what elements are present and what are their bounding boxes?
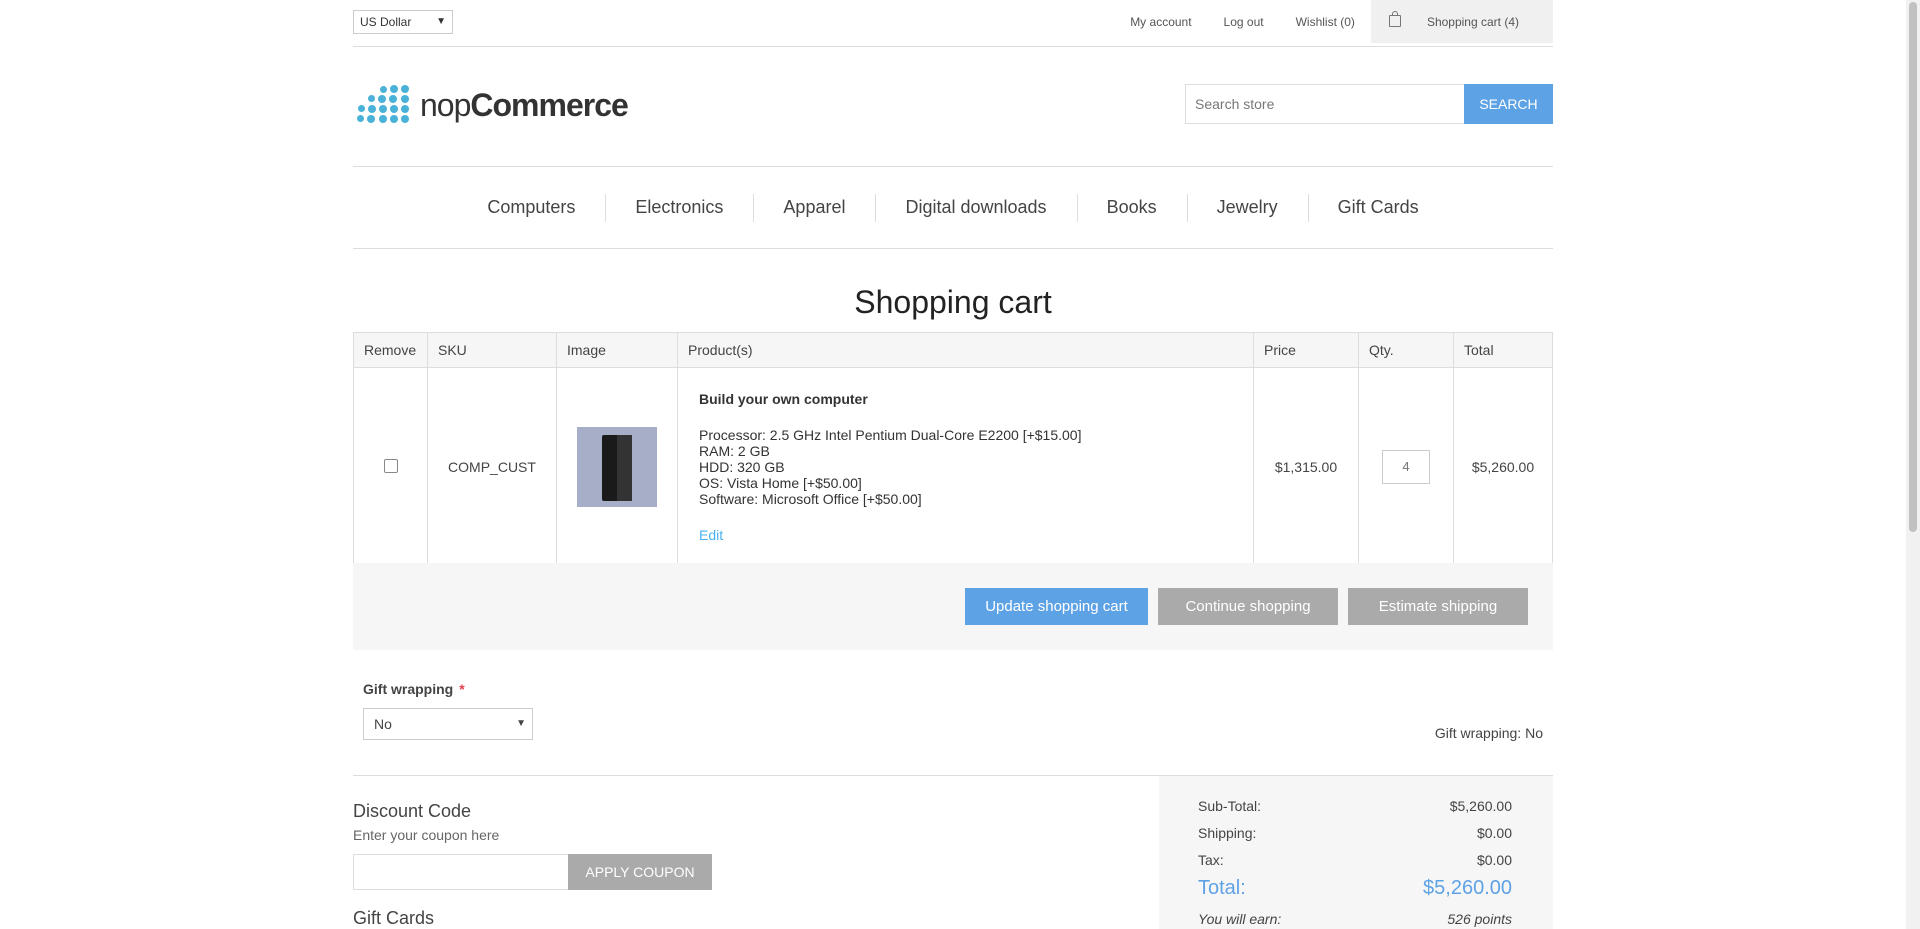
cart-buttons-area: Update shopping cart Continue shopping E…	[353, 563, 1553, 650]
page-scrollbar[interactable]	[1906, 0, 1920, 929]
chevron-down-icon: ▼	[516, 718, 526, 729]
log-out-link[interactable]: Log out	[1208, 15, 1280, 29]
column-sku: SKU	[427, 332, 557, 368]
sku-cell: COMP_CUST	[427, 367, 557, 567]
menu-item-digital-downloads[interactable]: Digital downloads	[875, 194, 1076, 222]
scrollbar-thumb[interactable]	[1909, 2, 1917, 532]
page-title: Shopping cart	[854, 284, 1052, 320]
store-logo[interactable]: nopCommerce	[356, 84, 629, 126]
gift-wrapping-select[interactable]: No ▼	[363, 708, 533, 740]
quantity-input[interactable]: 4	[1382, 450, 1430, 484]
logo-text-bold: Commerce	[470, 86, 628, 123]
gift-wrapping-label: Gift wrapping *	[363, 681, 465, 697]
currency-value: US Dollar	[360, 15, 412, 29]
apply-coupon-button[interactable]: APPLY COUPON	[568, 854, 712, 890]
attribute-line: HDD: 320 GB	[699, 459, 785, 475]
column-products: Product(s)	[677, 332, 1254, 368]
cart-table: Remove SKU Image Product(s) Price Qty. T…	[353, 332, 1553, 567]
total-label: Total:	[1198, 877, 1246, 899]
subtotal-row: Sub-Total: $5,260.00	[1198, 798, 1512, 814]
gift-wrapping-summary: Gift wrapping: No	[1434, 725, 1543, 741]
item-subtotal: $5,260.00	[1453, 367, 1553, 567]
order-totals: Sub-Total: $5,260.00 Shipping: $0.00 Tax…	[1159, 776, 1553, 929]
shopping-cart-label: Shopping cart (4)	[1426, 14, 1519, 29]
qty-cell: 4	[1358, 367, 1454, 567]
menu-item-computers[interactable]: Computers	[457, 197, 605, 218]
subtotal-value: $5,260.00	[1449, 798, 1512, 814]
logo-text-light: nop	[420, 86, 471, 123]
attribute-line: RAM: 2 GB	[699, 443, 770, 459]
product-attributes: Processor: 2.5 GHz Intel Pentium Dual-Co…	[699, 427, 1232, 507]
shipping-row: Shipping: $0.00	[1198, 825, 1512, 841]
cart-item-row: COMP_CUST Build your own computer Proces…	[353, 367, 1553, 567]
discount-code-input[interactable]	[353, 854, 569, 890]
attribute-line: OS: Vista Home [+$50.00]	[699, 475, 862, 491]
shopping-bag-icon	[1388, 10, 1401, 27]
tax-row: Tax: $0.00	[1198, 852, 1512, 868]
earn-value: 526 points	[1447, 911, 1512, 927]
discount-hint: Enter your coupon here	[353, 827, 500, 843]
tax-value: $0.00	[1476, 852, 1512, 868]
required-mark: *	[459, 681, 465, 697]
cart-table-header: Remove SKU Image Product(s) Price Qty. T…	[353, 332, 1553, 368]
menu-item-gift-cards[interactable]: Gift Cards	[1307, 194, 1449, 222]
column-qty: Qty.	[1358, 332, 1454, 368]
attribute-line: Software: Microsoft Office [+$50.00]	[699, 491, 922, 507]
reward-points-row: You will earn: 526 points	[1198, 911, 1512, 927]
gift-cards-title: Gift Cards	[353, 908, 435, 928]
currency-select[interactable]: US Dollar ▼	[353, 10, 453, 34]
search-button[interactable]: SEARCH	[1464, 84, 1553, 124]
menu-item-jewelry[interactable]: Jewelry	[1186, 194, 1308, 222]
search-input[interactable]: Search store	[1185, 84, 1465, 124]
subtotal-label: Sub-Total:	[1198, 798, 1262, 814]
menu-item-apparel[interactable]: Apparel	[753, 194, 875, 222]
logo-text: nopCommerce	[420, 86, 629, 124]
shopping-cart-link[interactable]: Shopping cart (4)	[1370, 0, 1553, 43]
tax-label: Tax:	[1198, 852, 1224, 868]
product-image[interactable]	[577, 427, 657, 507]
column-remove: Remove	[353, 332, 428, 368]
unit-price: $1,315.00	[1253, 367, 1359, 567]
wishlist-link[interactable]: Wishlist (0)	[1280, 15, 1371, 29]
product-cell: Build your own computer Processor: 2.5 G…	[677, 367, 1254, 567]
column-price: Price	[1253, 332, 1359, 368]
top-menu: Computers Electronics Apparel Digital do…	[353, 166, 1553, 249]
header-links: My account Log out Wishlist (0) Shopping…	[1114, 0, 1553, 43]
gift-wrapping-value: No	[374, 716, 392, 732]
column-image: Image	[556, 332, 678, 368]
gift-wrapping-label-text: Gift wrapping	[363, 681, 454, 697]
estimate-shipping-button[interactable]: Estimate shipping	[1348, 588, 1528, 625]
attribute-line: Processor: 2.5 GHz Intel Pentium Dual-Co…	[699, 427, 1082, 443]
chevron-down-icon: ▼	[436, 16, 446, 27]
product-name-link[interactable]: Build your own computer	[699, 391, 1232, 407]
column-total: Total	[1453, 332, 1553, 368]
header-links-bar: US Dollar ▼ My account Log out Wishlist …	[353, 0, 1553, 47]
discount-title: Discount Code	[353, 801, 472, 821]
remove-cell	[353, 367, 428, 567]
remove-checkbox[interactable]	[383, 458, 398, 473]
edit-item-link[interactable]: Edit	[699, 527, 1232, 543]
continue-shopping-button[interactable]: Continue shopping	[1158, 588, 1338, 625]
my-account-link[interactable]: My account	[1114, 15, 1207, 29]
total-value: $5,260.00	[1423, 877, 1512, 899]
menu-item-electronics[interactable]: Electronics	[605, 194, 753, 222]
earn-label: You will earn:	[1198, 911, 1282, 927]
logo-dots-icon	[356, 84, 412, 126]
update-cart-button[interactable]: Update shopping cart	[965, 588, 1148, 625]
shipping-value: $0.00	[1476, 825, 1512, 841]
menu-item-books[interactable]: Books	[1076, 194, 1187, 222]
shipping-label: Shipping:	[1198, 825, 1257, 841]
total-row: Total: $5,260.00	[1198, 877, 1512, 900]
image-cell	[556, 367, 678, 567]
